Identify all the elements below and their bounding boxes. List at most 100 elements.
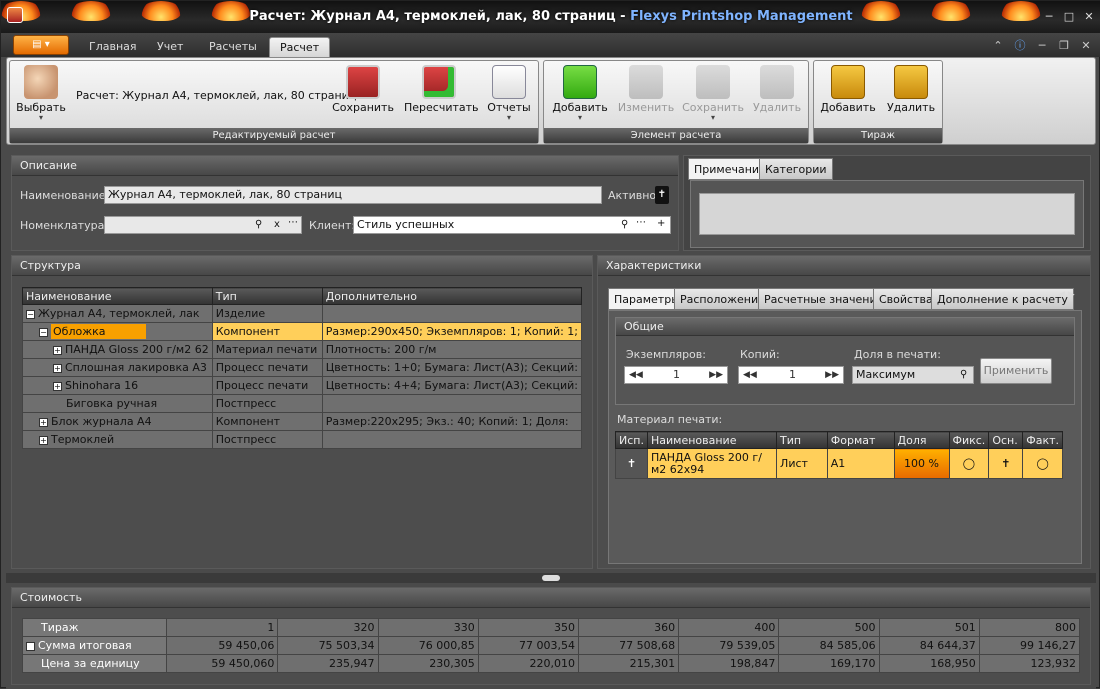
tab-calculation[interactable]: Расчет <box>269 37 331 57</box>
clear-nomenclature-icon[interactable]: x <box>274 219 280 230</box>
chevron-down-icon: ▾ <box>710 113 715 122</box>
collapse-icon[interactable]: − <box>39 327 48 337</box>
reports-button[interactable]: Отчеты ▾ <box>484 65 534 122</box>
kopii-stepper[interactable]: ◀◀ 1 ▶▶ <box>738 366 844 384</box>
expand-icon[interactable]: + <box>53 345 62 355</box>
run-delete-button[interactable]: Удалить <box>884 65 938 114</box>
col-type[interactable]: Тип <box>211 287 323 305</box>
note-textbox[interactable] <box>699 193 1075 235</box>
tab-supplement[interactable]: Дополнение к расчету <box>931 288 1074 310</box>
last-icon[interactable]: ▶▶ <box>825 367 839 383</box>
first-icon[interactable]: ◀◀ <box>629 367 643 383</box>
table-row[interactable]: + Термоклей Постпресс <box>22 430 583 449</box>
last-icon[interactable]: ▶▶ <box>709 367 723 383</box>
cost-cell: 76 000,85 <box>377 636 479 655</box>
table-row[interactable]: − Журнал А4, термоклей, лак Изделие <box>22 304 583 323</box>
tab-home[interactable]: Главная <box>79 37 147 57</box>
element-add-button[interactable]: Добавить ▾ <box>550 65 610 122</box>
actual-checkbox[interactable]: ◯ <box>1022 448 1063 479</box>
table-row[interactable]: + Shinohara 16 Процесс печати Цветность: … <box>22 376 583 395</box>
apply-button[interactable]: Применить <box>980 358 1052 384</box>
col-format[interactable]: Формат <box>826 431 895 449</box>
cost-cell: 350 <box>477 618 579 637</box>
element-save-button[interactable]: Сохранить ▾ <box>680 65 746 122</box>
row-type: Процесс печати <box>211 376 323 395</box>
add-client-icon[interactable]: + <box>657 218 665 229</box>
col-type[interactable]: Тип <box>776 431 828 449</box>
title-bar[interactable]: Расчет: Журнал А4, термоклей, лак, 80 ст… <box>1 1 1100 33</box>
col-extra[interactable]: Дополнительно <box>321 287 583 305</box>
tab-accounting[interactable]: Учет <box>147 37 193 57</box>
fixed-checkbox[interactable]: ◯ <box>948 448 990 479</box>
tab-properties[interactable]: Свойства <box>873 288 939 310</box>
copies-stepper[interactable]: ◀◀ 1 ▶▶ <box>624 366 728 384</box>
mdi-minimize-icon[interactable]: ─ <box>1035 39 1049 53</box>
col-name[interactable]: Наименование <box>646 431 778 449</box>
expand-icon[interactable]: + <box>53 363 62 373</box>
close-icon[interactable]: ✕ <box>1081 10 1097 24</box>
dropdown-icon[interactable]: ⚲ <box>960 369 967 380</box>
element-delete-button[interactable]: Удалить <box>750 65 804 114</box>
cost-row-tiraz[interactable]: Тираж 1 320 330 350 360 400 500 501 800 <box>22 618 1081 637</box>
main-checkbox[interactable]: ✝ <box>988 448 1024 479</box>
search-icon[interactable]: ⚲ <box>621 219 628 230</box>
splitter-grip-icon[interactable] <box>542 575 560 581</box>
mdi-close-icon[interactable]: ✕ <box>1079 39 1093 53</box>
save-button[interactable]: Сохранить <box>332 65 394 114</box>
table-row[interactable]: + ПАНДА Gloss 200 г/м2 62 Материал печати… <box>22 340 583 359</box>
tab-categories[interactable]: Категории <box>759 158 833 180</box>
share-select[interactable]: Максимум <box>852 366 974 384</box>
table-row[interactable]: Биговка ручная Постпресс <box>22 394 583 413</box>
active-checkbox[interactable]: ✝ <box>655 186 669 204</box>
material-format: А1 <box>826 448 895 479</box>
help-icon[interactable]: ⓘ <box>1013 39 1027 53</box>
name-field[interactable]: Журнал А4, термоклей, лак, 80 страниц <box>104 186 602 204</box>
row-extra: Плотность: 200 г/м <box>321 340 583 359</box>
kopii-label: Копий: <box>740 348 780 361</box>
cost-cell: 230,305 <box>377 654 479 673</box>
use-checkbox[interactable]: ✝ <box>615 448 648 479</box>
cost-row-unit[interactable]: Цена за единицу 59 450,060 235,947 230,3… <box>22 654 1081 673</box>
recalculate-button[interactable]: Пересчитать <box>404 65 479 114</box>
expand-icon[interactable]: + <box>26 641 35 651</box>
element-edit-button[interactable]: Изменить <box>614 65 678 114</box>
tab-calculations[interactable]: Расчеты <box>199 37 267 57</box>
material-share[interactable]: 100 % <box>893 448 950 479</box>
ribbon-group-calc-element: Добавить ▾ Изменить Сохранить ▾ Удалить … <box>543 60 809 144</box>
app-menu-button[interactable]: ▤ ▾ <box>13 35 69 55</box>
collapse-ribbon-icon[interactable]: ⌃ <box>991 39 1005 53</box>
minimize-icon[interactable]: ─ <box>1041 10 1057 24</box>
col-main[interactable]: Осн. <box>988 431 1024 449</box>
box-add-icon <box>831 65 865 99</box>
col-use[interactable]: Исп. <box>615 431 648 449</box>
expand-icon[interactable]: + <box>53 381 62 391</box>
table-row[interactable]: ✝ ПАНДА Gloss 200 г/м2 62x94 Лист А1 100… <box>615 448 1063 479</box>
structure-panel: Структура Наименование Тип Дополнительно… <box>11 255 593 569</box>
tab-layout[interactable]: Расположение <box>674 288 771 310</box>
col-share[interactable]: Доля <box>893 431 950 449</box>
edit-element-icon <box>629 65 663 99</box>
expand-icon[interactable]: + <box>39 435 48 445</box>
col-name[interactable]: Наименование <box>22 287 213 305</box>
browse-nomenclature-icon[interactable]: ⋯ <box>288 217 298 228</box>
mdi-restore-icon[interactable]: ❐ <box>1057 39 1071 53</box>
table-row[interactable]: + Сплошная лакировка А3 Процесс печати Цв… <box>22 358 583 377</box>
nomenclature-field[interactable] <box>104 216 302 234</box>
run-add-button[interactable]: Добавить <box>820 65 876 114</box>
expand-icon[interactable]: + <box>39 417 48 427</box>
horizontal-splitter[interactable] <box>6 573 1096 583</box>
select-button[interactable]: Выбрать ▾ <box>16 65 66 122</box>
col-actual[interactable]: Факт. <box>1022 431 1063 449</box>
maximize-icon[interactable]: □ <box>1061 10 1077 24</box>
tab-computed[interactable]: Расчетные значения <box>758 288 890 310</box>
table-row-selected[interactable]: − Обложка Компонент Размер:290x450; Экзем… <box>22 322 583 341</box>
cost-row-sum[interactable]: + Сумма итоговая 59 450,06 75 503,34 76 0… <box>22 636 1081 655</box>
collapse-icon[interactable]: − <box>26 309 35 319</box>
table-row[interactable]: + Блок журнала А4 Компонент Размер:220x29… <box>22 412 583 431</box>
first-icon[interactable]: ◀◀ <box>743 367 757 383</box>
browse-client-icon[interactable]: ⋯ <box>636 217 646 228</box>
description-panel: Описание Наименование: Журнал А4, термок… <box>11 155 679 251</box>
tab-scroll-arrows-icon[interactable]: ◀ ▶ <box>1058 290 1075 300</box>
col-fixed[interactable]: Фикс. <box>948 431 990 449</box>
search-icon[interactable]: ⚲ <box>255 219 262 230</box>
